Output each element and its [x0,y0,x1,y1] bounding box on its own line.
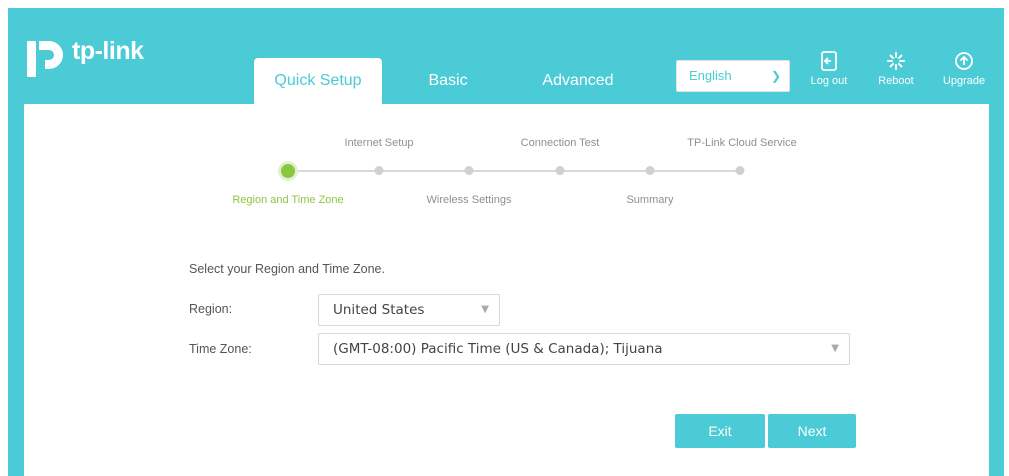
step-label-internet: Internet Setup [344,137,414,149]
step-dot-region [281,164,295,178]
brand-name: tp-link [72,36,144,65]
upgrade-label: Upgrade [942,75,986,87]
form-intro: Select your Region and Time Zone. [189,262,385,276]
tp-link-logo: tp-link [21,37,144,77]
step-dot-cloud [735,166,745,175]
step-dot-summary [645,166,655,175]
timezone-value: (GMT-08:00) Pacific Time (US & Canada); … [333,341,663,357]
upgrade-button[interactable]: Upgrade [939,50,989,88]
chevron-down-icon: ❯ [770,69,781,83]
step-dot-internet [374,166,384,175]
tab-basic[interactable]: Basic [410,58,486,104]
next-button[interactable]: Next [768,414,856,448]
logout-label: Log out [810,75,848,87]
step-label-wireless: Wireless Settings [426,194,512,206]
step-dot-connection [555,166,565,175]
stepper-track [288,170,738,172]
tab-advanced[interactable]: Advanced [526,58,630,104]
reboot-icon [887,52,905,70]
region-value: United States [333,302,425,318]
dropdown-arrow-icon: ▼ [481,304,489,315]
step-label-summary: Summary [626,194,674,206]
step-label-cloud: TP-Link Cloud Service [687,137,797,149]
step-label-connection: Connection Test [520,137,600,149]
tab-quick-setup[interactable]: Quick Setup [254,58,382,108]
region-label: Region: [189,302,233,316]
timezone-select[interactable]: (GMT-08:00) Pacific Time (US & Canada); … [318,333,850,365]
logout-icon [821,51,837,71]
language-value: English [689,68,732,83]
logout-button[interactable]: Log out [804,50,854,88]
region-select[interactable]: United States ▼ [318,294,500,326]
step-dot-wireless [464,166,474,175]
exit-button[interactable]: Exit [675,414,765,448]
timezone-label: Time Zone: [189,342,252,356]
upgrade-icon [955,52,973,70]
reboot-label: Reboot [878,75,914,87]
dropdown-arrow-icon: ▼ [831,343,839,354]
tp-link-logo-icon [27,41,63,77]
language-select[interactable]: English ❯ [676,60,790,92]
reboot-button[interactable]: Reboot [871,50,921,88]
step-label-region: Region and Time Zone [232,194,344,206]
